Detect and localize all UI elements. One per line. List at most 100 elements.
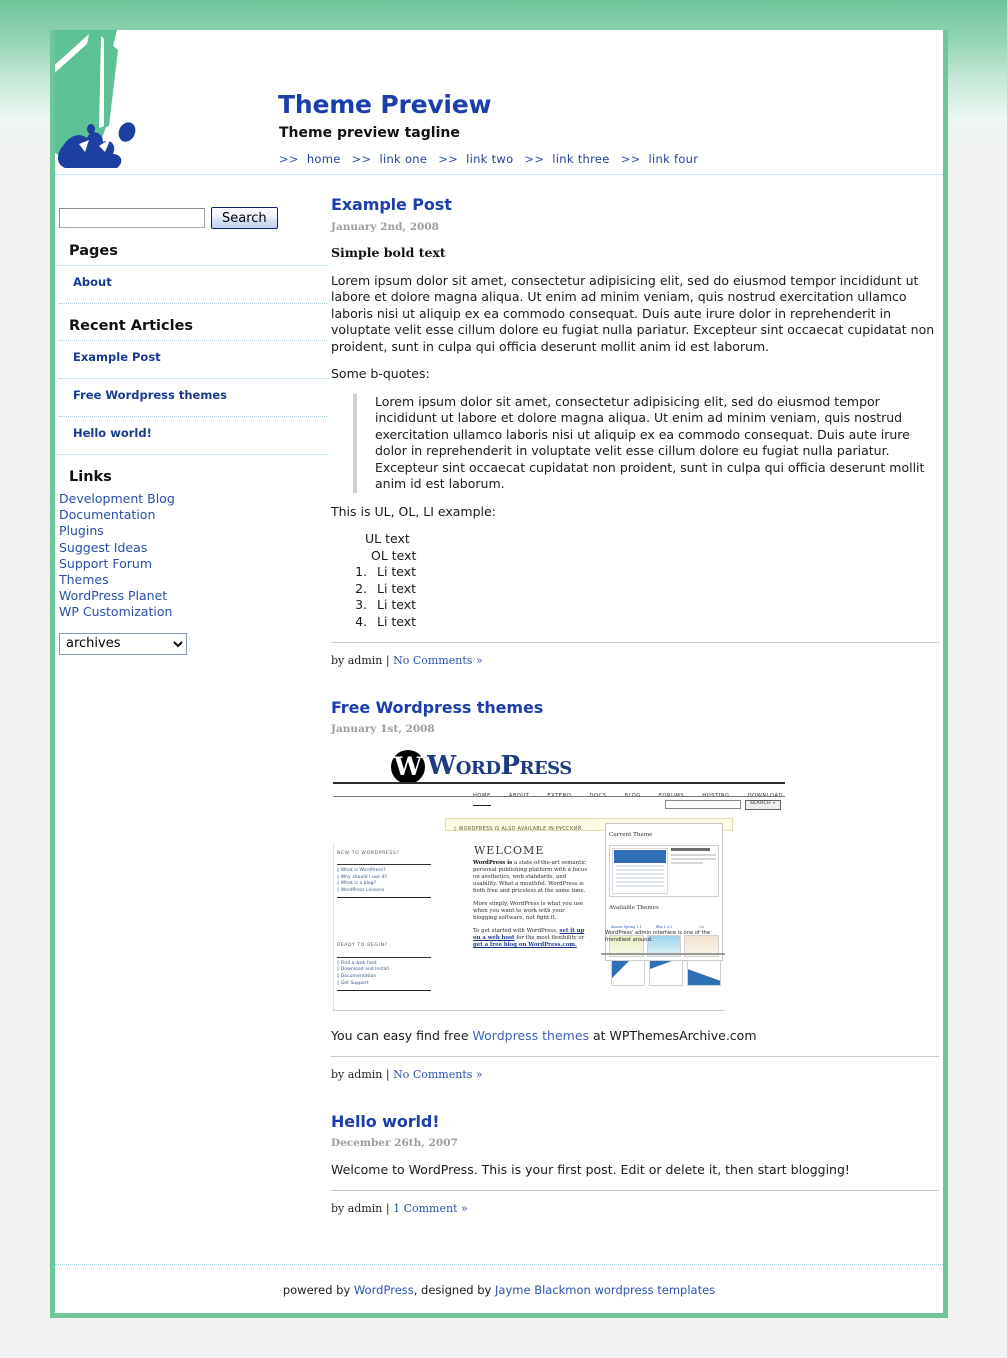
- list-item[interactable]: WordPress Planet: [59, 588, 327, 604]
- list-item[interactable]: ◊ Documentation: [337, 974, 431, 981]
- list-item[interactable]: Plugins: [59, 523, 327, 539]
- decorative-line: [616, 881, 664, 883]
- search-button[interactable]: Search: [211, 207, 278, 229]
- post-author: by admin |: [331, 1202, 390, 1215]
- list-item[interactable]: ◊ Get Support: [337, 981, 431, 988]
- link-support-forum[interactable]: Support Forum: [59, 556, 152, 571]
- list-item: Li text: [371, 614, 939, 631]
- post-title[interactable]: Example Post: [331, 196, 939, 214]
- wps-current-theme-box: [609, 845, 719, 897]
- wps-search-input[interactable]: [664, 800, 741, 809]
- wps-link-free-blog[interactable]: get a free blog on WordPress.com.: [473, 942, 577, 948]
- page-link-about[interactable]: About: [73, 275, 112, 289]
- list-item[interactable]: Suggest Ideas: [59, 540, 327, 556]
- link-documentation[interactable]: Documentation: [59, 507, 155, 522]
- wps-welcome-heading: WELCOME: [474, 843, 545, 857]
- nav-separator: >>: [351, 152, 372, 166]
- links-list: Development Blog Documentation Plugins S…: [59, 491, 327, 621]
- wps-left-column: NEW TO WORDPRESS? ◊ What is WordPress? ◊…: [337, 846, 431, 992]
- list-intro: This is UL, OL, LI example:: [331, 503, 496, 519]
- link-wp-customization[interactable]: WP Customization: [59, 604, 172, 619]
- list-item[interactable]: ◊ What is a blog?: [337, 881, 431, 888]
- list-item[interactable]: About: [59, 265, 327, 304]
- caption-post: at WPThemesArchive.com: [589, 1027, 757, 1043]
- divider: [337, 897, 431, 899]
- wps-nav-home[interactable]: HOME: [473, 788, 491, 806]
- list-item[interactable]: Free Wordpress themes: [59, 378, 327, 416]
- decorative-bar: [614, 850, 666, 863]
- sidebar-heading-pages: Pages: [69, 243, 118, 259]
- post-body: Welcome to WordPress. This is your first…: [331, 1161, 850, 1177]
- post-title[interactable]: Free Wordpress themes: [331, 699, 939, 717]
- list-item[interactable]: WP Customization: [59, 604, 327, 620]
- wps-para3-mid: for the most flexibility or: [514, 935, 585, 942]
- list-item[interactable]: Hello world!: [59, 416, 327, 455]
- wps-thumbnail[interactable]: [687, 959, 721, 986]
- list-item[interactable]: ◊ What is WordPress?: [337, 868, 431, 875]
- pages-list: About: [59, 265, 327, 304]
- decorative-line: [616, 873, 664, 875]
- nav-link-home[interactable]: home: [307, 152, 341, 166]
- wps-thumbnail-strip: [611, 959, 721, 986]
- wordpress-logo: W WordPress: [391, 749, 572, 784]
- recent-link-free-wordpress-themes[interactable]: Free Wordpress themes: [73, 388, 227, 402]
- archives-dropdown[interactable]: archives: [59, 632, 187, 655]
- wps-nav-about[interactable]: ABOUT: [509, 788, 530, 807]
- wps-middle-column: WordPress is a state-of-the-art semantic…: [473, 860, 589, 956]
- nav-link-four[interactable]: link four: [648, 152, 698, 166]
- post-example-post: Example Post January 2nd, 2008 Simple bo…: [331, 196, 939, 670]
- post-comments-link[interactable]: No Comments »: [393, 1068, 483, 1081]
- wps-para1-bold: WordPress is: [473, 859, 513, 866]
- wps-admin-caption: WordPress' admin interface is one of the…: [605, 929, 711, 943]
- nav-link-two[interactable]: link two: [466, 152, 513, 166]
- list-item[interactable]: Example Post: [59, 340, 327, 378]
- wps-panel-title: Current Theme: [609, 831, 653, 838]
- nav-link-three[interactable]: link three: [552, 152, 609, 166]
- recent-link-example-post[interactable]: Example Post: [73, 350, 161, 364]
- list-item[interactable]: Support Forum: [59, 556, 327, 572]
- nav-separator: >>: [279, 152, 299, 166]
- wps-nav-docs[interactable]: DOCS: [589, 788, 606, 807]
- wps-nav-blog[interactable]: BLOG: [625, 788, 641, 807]
- link-themes[interactable]: Themes: [59, 572, 109, 587]
- list-item[interactable]: Themes: [59, 572, 327, 588]
- post-title[interactable]: Hello world!: [331, 1113, 939, 1131]
- sidebar-heading-recent-articles: Recent Articles: [69, 318, 194, 334]
- recent-link-hello-world[interactable]: Hello world!: [73, 426, 152, 440]
- list-item[interactable]: Development Blog: [59, 491, 327, 507]
- footer-mid: , designed by: [413, 1283, 496, 1297]
- post-comments-link[interactable]: No Comments »: [393, 654, 483, 667]
- wps-nav-extend[interactable]: EXTEND: [547, 788, 571, 807]
- post-bold-line: Simple bold text: [331, 245, 446, 260]
- wps-ready-heading: READY TO BEGIN?: [337, 938, 431, 958]
- wps-thumbnail[interactable]: [611, 959, 645, 986]
- list-item: UL text: [365, 531, 410, 546]
- decorative-line: [671, 862, 703, 864]
- list-item: OL text: [371, 547, 417, 563]
- list-item[interactable]: Documentation: [59, 507, 327, 523]
- divider: [333, 1009, 725, 1011]
- site-title[interactable]: Theme Preview: [278, 90, 492, 119]
- post-comments-link[interactable]: 1 Comment »: [393, 1202, 468, 1215]
- post-date: January 2nd, 2008: [331, 220, 439, 233]
- caption-link-wordpress-themes[interactable]: Wordpress themes: [473, 1028, 590, 1043]
- post-body: Lorem ipsum dolor sit amet, consectetur …: [331, 272, 935, 354]
- wps-search-button[interactable]: SEARCH »: [744, 799, 781, 810]
- decorative-line: [616, 877, 664, 879]
- footer-pre: powered by: [282, 1283, 354, 1297]
- link-development-blog[interactable]: Development Blog: [59, 491, 175, 506]
- footer-link-wordpress[interactable]: WordPress: [354, 1283, 414, 1297]
- wps-thumbnail[interactable]: [649, 959, 683, 986]
- post-blockquote: Lorem ipsum dolor sit amet, consectetur …: [353, 393, 939, 493]
- post-meta: by admin | No Comments »: [331, 642, 939, 670]
- list-item[interactable]: ◊ WordPress Lessons: [337, 888, 431, 895]
- search-input[interactable]: [59, 208, 205, 228]
- link-plugins[interactable]: Plugins: [59, 523, 104, 538]
- nav-link-one[interactable]: link one: [379, 152, 427, 166]
- decorative-line: [616, 885, 664, 887]
- main-content: Example Post January 2nd, 2008 Simple bo…: [331, 196, 939, 1226]
- link-suggest-ideas[interactable]: Suggest Ideas: [59, 540, 147, 555]
- footer-link-designer[interactable]: Jayme Blackmon wordpress templates: [495, 1283, 715, 1297]
- link-wordpress-planet[interactable]: WordPress Planet: [59, 588, 167, 603]
- divider: [601, 952, 725, 955]
